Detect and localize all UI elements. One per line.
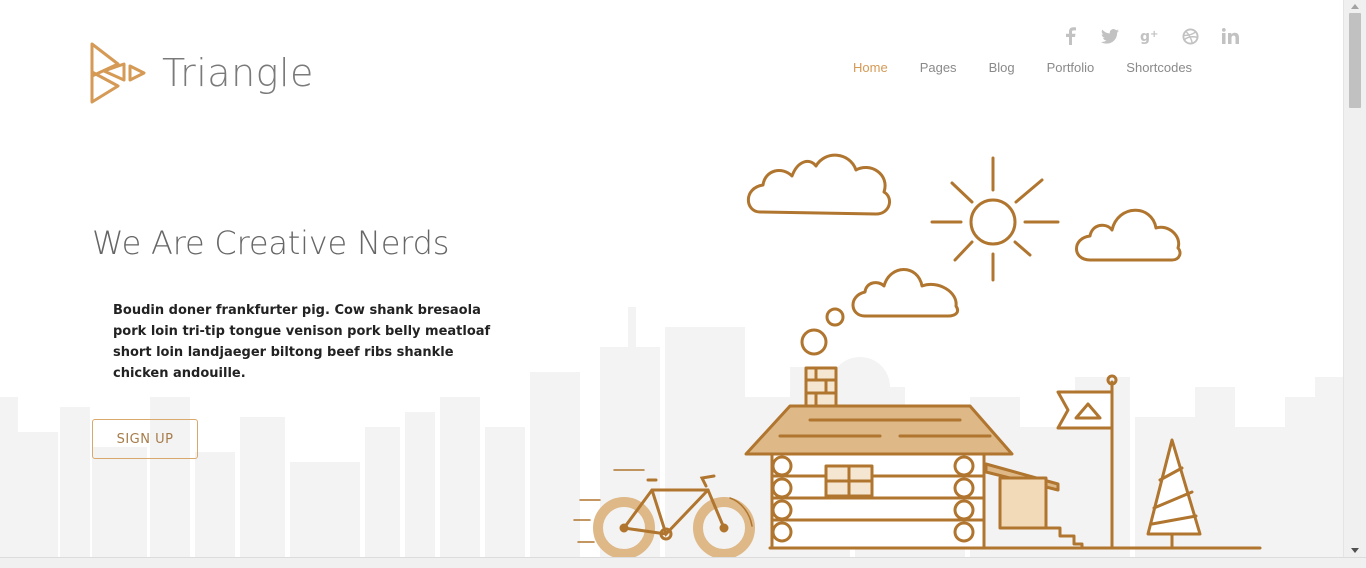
nav-item-portfolio[interactable]: Portfolio bbox=[1047, 60, 1095, 75]
cabin-scene-illustration bbox=[573, 153, 1262, 557]
nav-item-home[interactable]: Home bbox=[853, 60, 888, 75]
scroll-down-arrow-icon[interactable] bbox=[1351, 548, 1359, 553]
roof bbox=[744, 404, 1014, 456]
sign-up-button[interactable]: SIGN UP bbox=[92, 419, 198, 459]
cloud-icon bbox=[851, 268, 960, 318]
cloud-icon bbox=[1075, 208, 1182, 262]
nav-item-blog[interactable]: Blog bbox=[989, 60, 1015, 75]
nav-item-pages[interactable]: Pages bbox=[920, 60, 957, 75]
vertical-scrollbar[interactable] bbox=[1343, 0, 1366, 557]
horizontal-scrollbar[interactable] bbox=[0, 557, 1366, 568]
brand-name: Triangle bbox=[162, 51, 314, 95]
nav-item-shortcodes[interactable]: Shortcodes bbox=[1126, 60, 1192, 75]
page: Triangle g + Home Pages Blog Portfolio Sh… bbox=[0, 0, 1343, 557]
sun-icon bbox=[969, 198, 1017, 246]
twitter-icon[interactable] bbox=[1098, 24, 1122, 48]
google-plus-icon[interactable]: g + bbox=[1138, 24, 1162, 48]
logo[interactable]: Triangle bbox=[90, 42, 314, 104]
cloud-icon bbox=[746, 153, 892, 216]
dribbble-icon[interactable] bbox=[1178, 24, 1202, 48]
flag bbox=[1056, 390, 1114, 430]
bicycle bbox=[573, 469, 755, 557]
social-links: g + bbox=[1058, 24, 1242, 48]
triangle-logo-icon bbox=[90, 42, 146, 104]
hero-title: We Are Creative Nerds bbox=[92, 224, 450, 262]
linkedin-icon[interactable] bbox=[1218, 24, 1242, 48]
hero-description: Boudin doner frankfurter pig. Cow shank … bbox=[113, 303, 491, 381]
svg-text:g: g bbox=[1140, 29, 1150, 44]
svg-text:+: + bbox=[1150, 29, 1158, 40]
facebook-icon[interactable] bbox=[1058, 24, 1082, 48]
scroll-up-arrow-icon[interactable] bbox=[1351, 4, 1359, 9]
main-nav: Home Pages Blog Portfolio Shortcodes bbox=[853, 60, 1224, 75]
scrollbar-thumb[interactable] bbox=[1349, 13, 1361, 108]
